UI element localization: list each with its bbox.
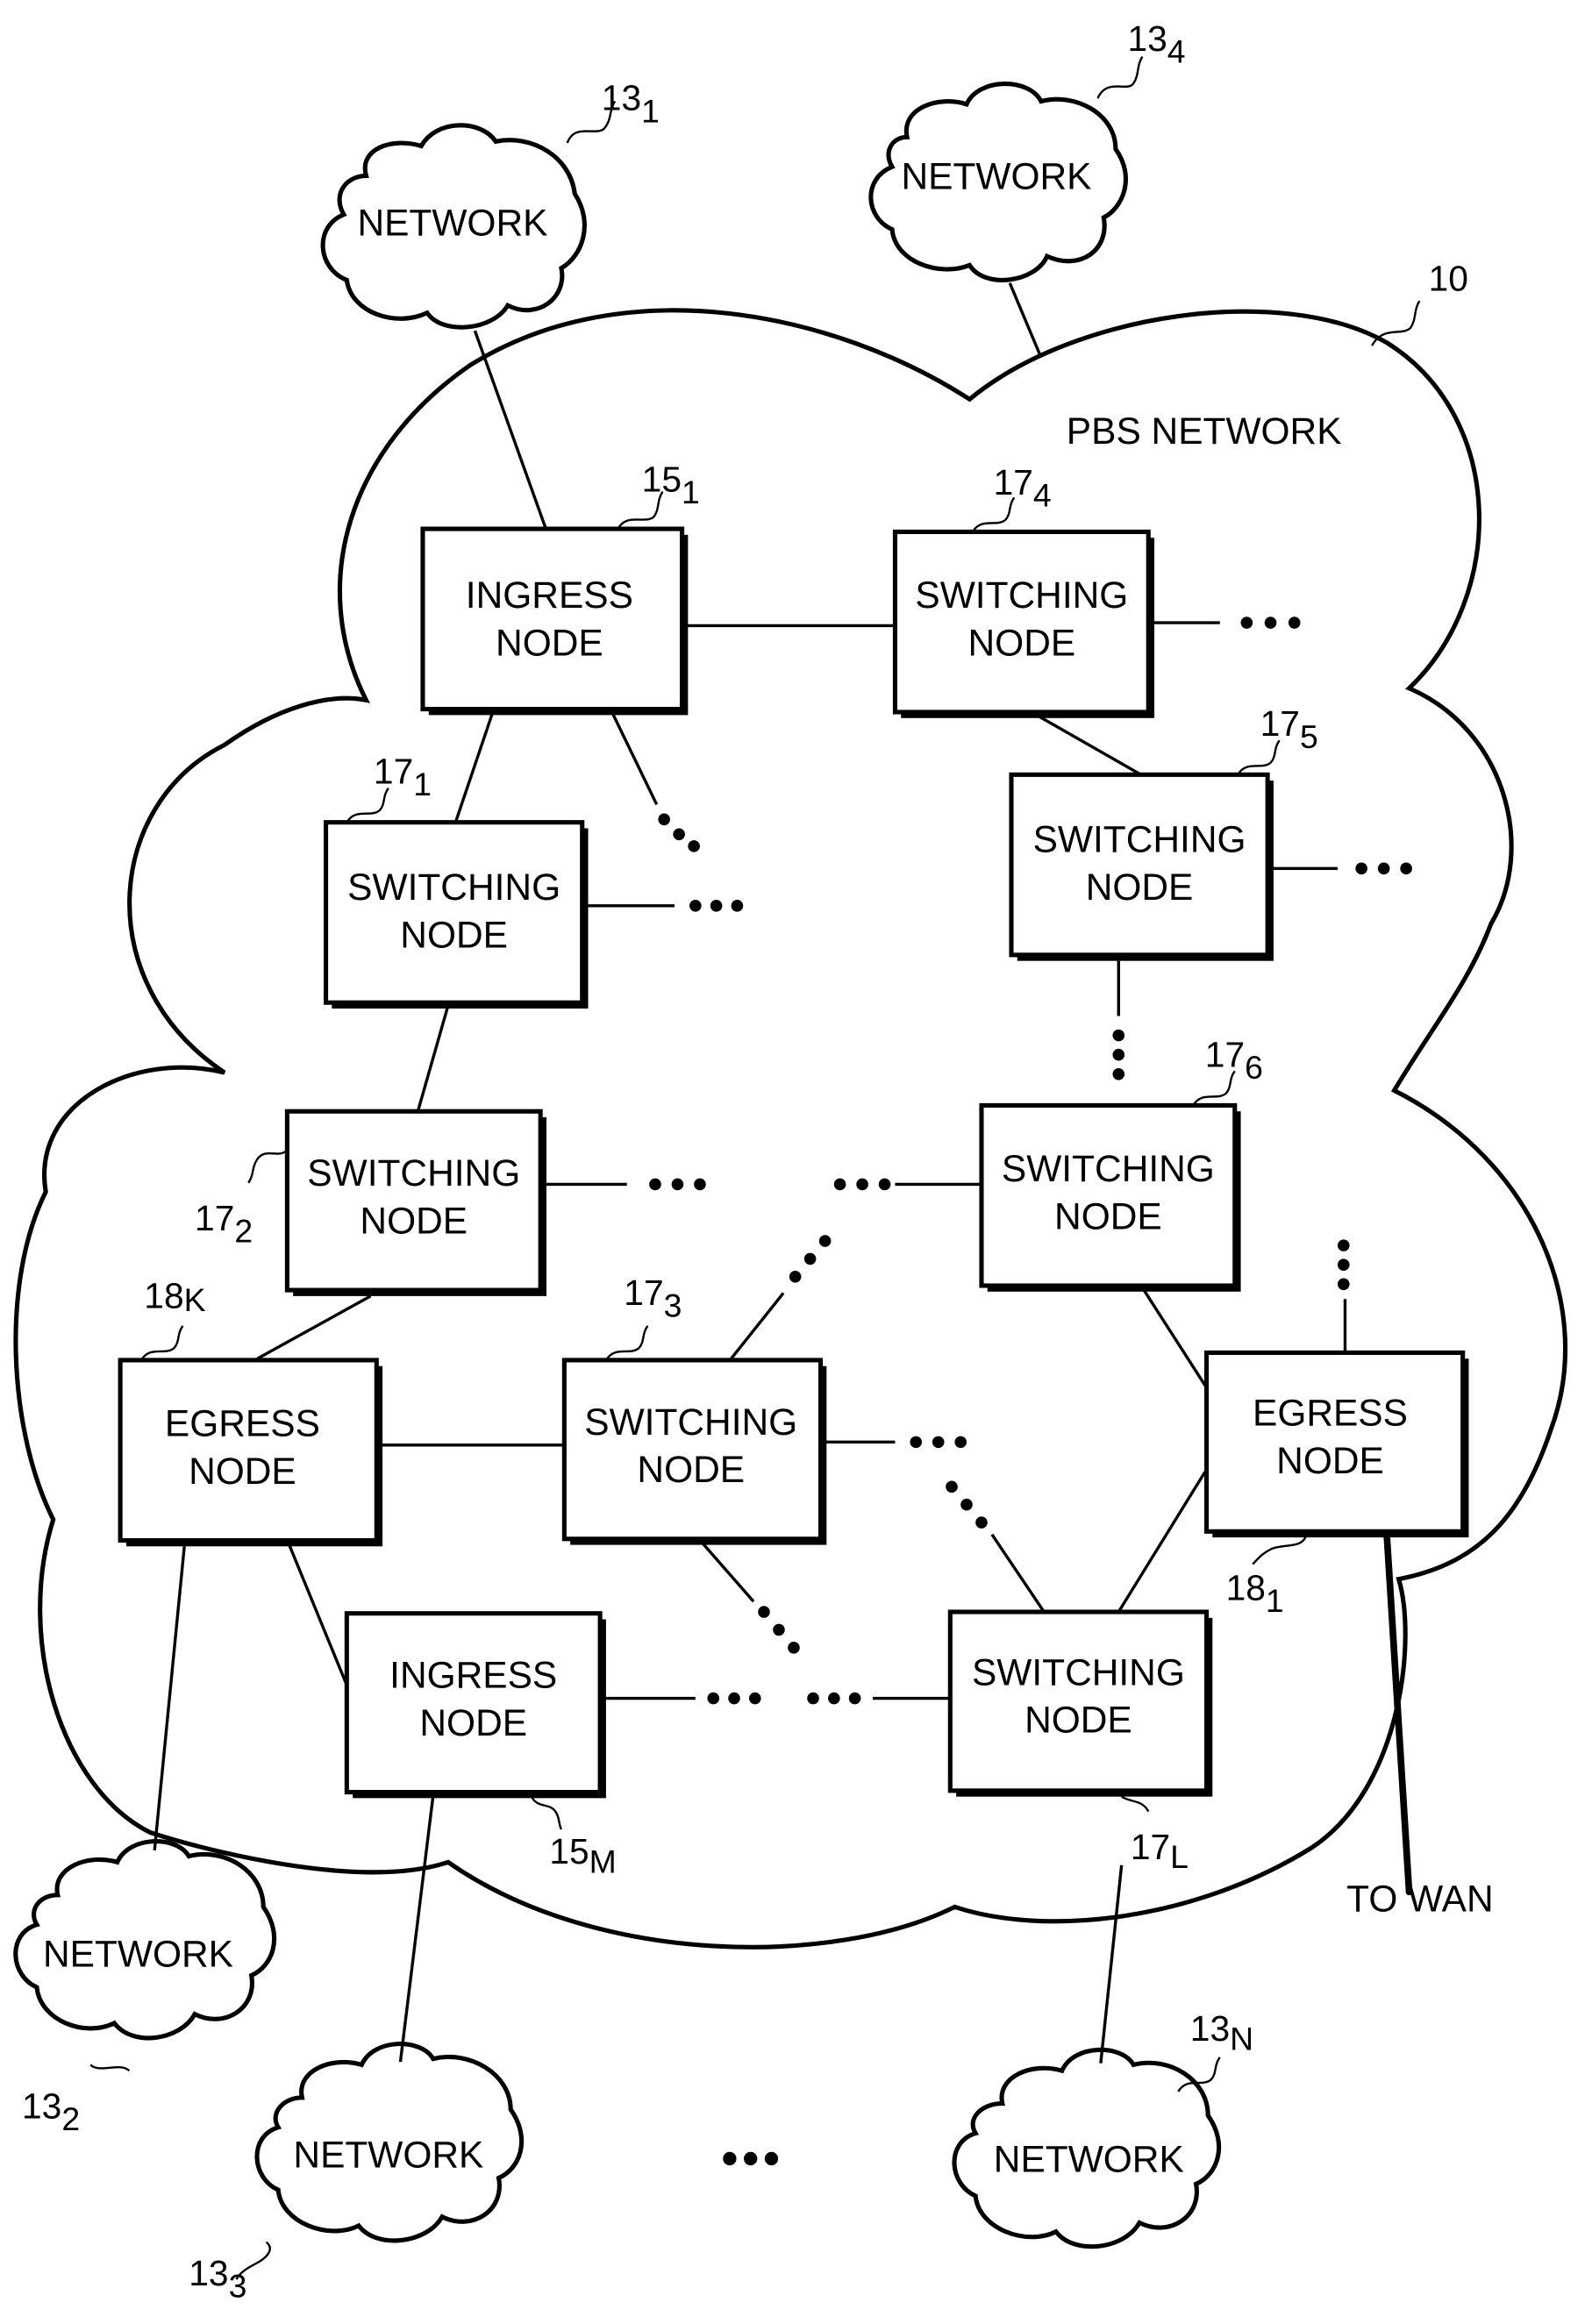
link-switch3-downmore [700, 1541, 755, 1603]
link-switch1-switch2 [417, 1005, 450, 1111]
ellipsis-icon [1337, 1239, 1350, 1291]
link-switch4-switch5 [1036, 713, 1142, 776]
ingress-node-m: INGRESS NODE [344, 1611, 606, 1799]
node-label-line2: NODE [1276, 1440, 1384, 1481]
node-label-line2: NODE [637, 1449, 745, 1490]
egress-node-k: EGRESS NODE [118, 1358, 383, 1547]
node-label-line2: NODE [400, 914, 508, 955]
node-label-line1: EGRESS [165, 1403, 320, 1444]
link-more-switchl [990, 1533, 1046, 1613]
node-label-line2: NODE [1086, 866, 1194, 908]
ellipsis-icon [689, 900, 744, 912]
ref-label: 181 [1226, 1567, 1284, 1619]
egress-node-1: EGRESS NODE [1203, 1350, 1469, 1538]
node-label-line1: SWITCHING [915, 574, 1128, 616]
ref-label: 175 [1260, 703, 1318, 755]
link-ingress1-more [610, 711, 659, 806]
ellipsis-icon [833, 1178, 891, 1191]
network-label: NETWORK [901, 156, 1091, 197]
node-label-line2: NODE [496, 622, 603, 663]
link-net1-ingress1 [473, 330, 548, 531]
switching-node-4: SWITCHING NODE [892, 529, 1155, 718]
link-ingressm-net3 [398, 1794, 435, 2063]
ellipsis-icon [1112, 1029, 1125, 1080]
switching-node-3: SWITCHING NODE [561, 1358, 827, 1545]
ref-label: 18K [144, 1275, 205, 1317]
ellipsis-icon [946, 1480, 988, 1529]
node-label-line1: SWITCHING [1002, 1148, 1215, 1189]
ingress-node-1: INGRESS NODE [420, 526, 689, 716]
node-label-line1: SWITCHING [347, 866, 560, 908]
network-cloud-n: NETWORK [952, 2047, 1222, 2249]
switching-node-l: SWITCHING NODE [947, 1609, 1213, 1797]
link-egress1-switchl [1117, 1471, 1207, 1613]
node-label-line2: NODE [360, 1201, 468, 1242]
link-egress1-wan [1383, 1530, 1413, 1896]
node-label-line1: SWITCHING [972, 1651, 1185, 1693]
ellipsis-icon [1355, 862, 1412, 875]
node-label-line2: NODE [189, 1451, 296, 1492]
link-switch3-up [730, 1292, 785, 1360]
node-label-line1: EGRESS [1253, 1393, 1408, 1434]
link-egressk-net2 [153, 1546, 186, 1850]
node-label-line1: SWITCHING [584, 1401, 797, 1443]
ref-label: 172 [195, 1198, 253, 1250]
node-label-line1: SWITCHING [1033, 819, 1246, 860]
link-switchl-netn [1099, 1864, 1124, 2064]
link-net4-pbs [1008, 282, 1043, 359]
network-label: NETWORK [994, 2139, 1184, 2180]
pbs-network-cloud [13, 308, 1568, 1950]
pbs-network-title: PBS NETWORK [1067, 410, 1342, 452]
network-cloud-3: NETWORK [254, 2042, 525, 2243]
to-wan-label: TO WAN [1346, 1878, 1493, 1919]
ref-label: 173 [624, 1272, 682, 1324]
node-label-line2: NODE [1054, 1195, 1162, 1237]
network-label: NETWORK [357, 202, 547, 243]
ref-label: 10 [1429, 258, 1468, 298]
network-cloud-1: NETWORK [320, 123, 587, 330]
ellipsis-icon [807, 1692, 861, 1705]
link-switch6-egress1 [1142, 1289, 1210, 1391]
ellipsis-icon [723, 2151, 779, 2166]
node-label-line2: NODE [968, 622, 1076, 663]
network-cloud-2: NETWORK [13, 1839, 277, 2041]
ellipsis-icon [658, 813, 700, 852]
link-ingress1-switch1 [453, 711, 495, 823]
link-switch2-egressk [256, 1294, 372, 1360]
link-egressk-ingressm [287, 1543, 352, 1693]
network-cloud-4: NETWORK [868, 82, 1128, 282]
network-label: NETWORK [43, 1933, 233, 1974]
ref-label: 176 [1205, 1034, 1263, 1086]
ref-label: 15M [549, 1831, 616, 1879]
ellipsis-icon [910, 1436, 967, 1449]
switching-node-2: SWITCHING NODE [284, 1109, 546, 1296]
ellipsis-icon [789, 1235, 832, 1283]
ref-label: 134 [1127, 18, 1185, 70]
ref-label: 133 [189, 2253, 246, 2305]
ellipsis-icon [649, 1178, 706, 1191]
network-label: NETWORK [293, 2135, 483, 2176]
node-label-line1: INGRESS [466, 574, 633, 616]
switching-node-1: SWITCHING NODE [324, 820, 589, 1009]
ref-label: 174 [994, 462, 1052, 514]
pbs-network-diagram: NETWORK NETWORK NETWORK NETWORK NETWORK [13, 18, 1568, 2305]
node-label-line1: INGRESS [389, 1655, 557, 1696]
ref-label: 151 [642, 460, 700, 511]
ref-label: 13N [1190, 2008, 1253, 2057]
ref-label: 132 [22, 2086, 80, 2138]
switching-node-5: SWITCHING NODE [1009, 772, 1274, 961]
ref-label: 171 [374, 752, 432, 803]
ellipsis-icon [758, 1606, 800, 1654]
ref-label: 17L [1131, 1827, 1189, 1875]
node-label-line2: NODE [419, 1702, 527, 1743]
ellipsis-icon [707, 1692, 761, 1705]
ref-label: 131 [602, 78, 660, 130]
node-label-line2: NODE [1024, 1700, 1132, 1741]
node-label-line1: SWITCHING [307, 1152, 520, 1194]
switching-node-6: SWITCHING NODE [979, 1102, 1241, 1292]
ellipsis-icon [1240, 617, 1301, 629]
